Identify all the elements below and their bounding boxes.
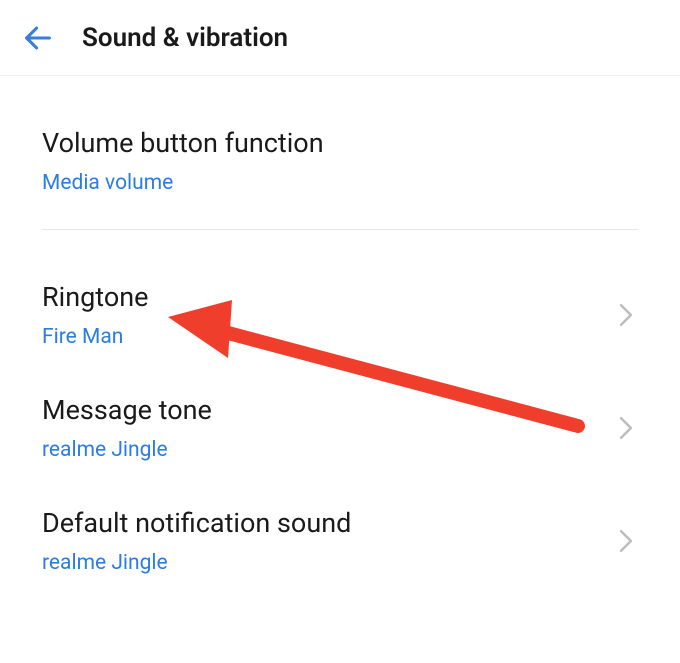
chevron-right-icon bbox=[614, 416, 638, 440]
setting-text: Default notification sound realme Jingle bbox=[42, 506, 614, 575]
setting-text: Ringtone Fire Man bbox=[42, 280, 614, 349]
setting-title: Ringtone bbox=[42, 280, 614, 315]
setting-volume-button-function[interactable]: Volume button function Media volume bbox=[0, 76, 680, 229]
setting-default-notification[interactable]: Default notification sound realme Jingle bbox=[0, 486, 680, 599]
chevron-right-icon bbox=[614, 529, 638, 553]
setting-ringtone[interactable]: Ringtone Fire Man bbox=[0, 260, 680, 373]
setting-value: Fire Man bbox=[42, 325, 614, 349]
page-title: Sound & vibration bbox=[82, 23, 288, 53]
setting-value: realme Jingle bbox=[42, 438, 614, 462]
settings-list: Volume button function Media volume Ring… bbox=[0, 76, 680, 599]
header: Sound & vibration bbox=[0, 0, 680, 76]
setting-text: Message tone realme Jingle bbox=[42, 393, 614, 462]
setting-text: Volume button function Media volume bbox=[42, 126, 638, 195]
setting-message-tone[interactable]: Message tone realme Jingle bbox=[0, 373, 680, 486]
chevron-right-icon bbox=[614, 303, 638, 327]
setting-title: Default notification sound bbox=[42, 506, 614, 541]
setting-title: Message tone bbox=[42, 393, 614, 428]
back-icon[interactable] bbox=[16, 16, 60, 60]
setting-title: Volume button function bbox=[42, 126, 638, 161]
setting-value: realme Jingle bbox=[42, 551, 614, 575]
setting-value: Media volume bbox=[42, 171, 638, 195]
